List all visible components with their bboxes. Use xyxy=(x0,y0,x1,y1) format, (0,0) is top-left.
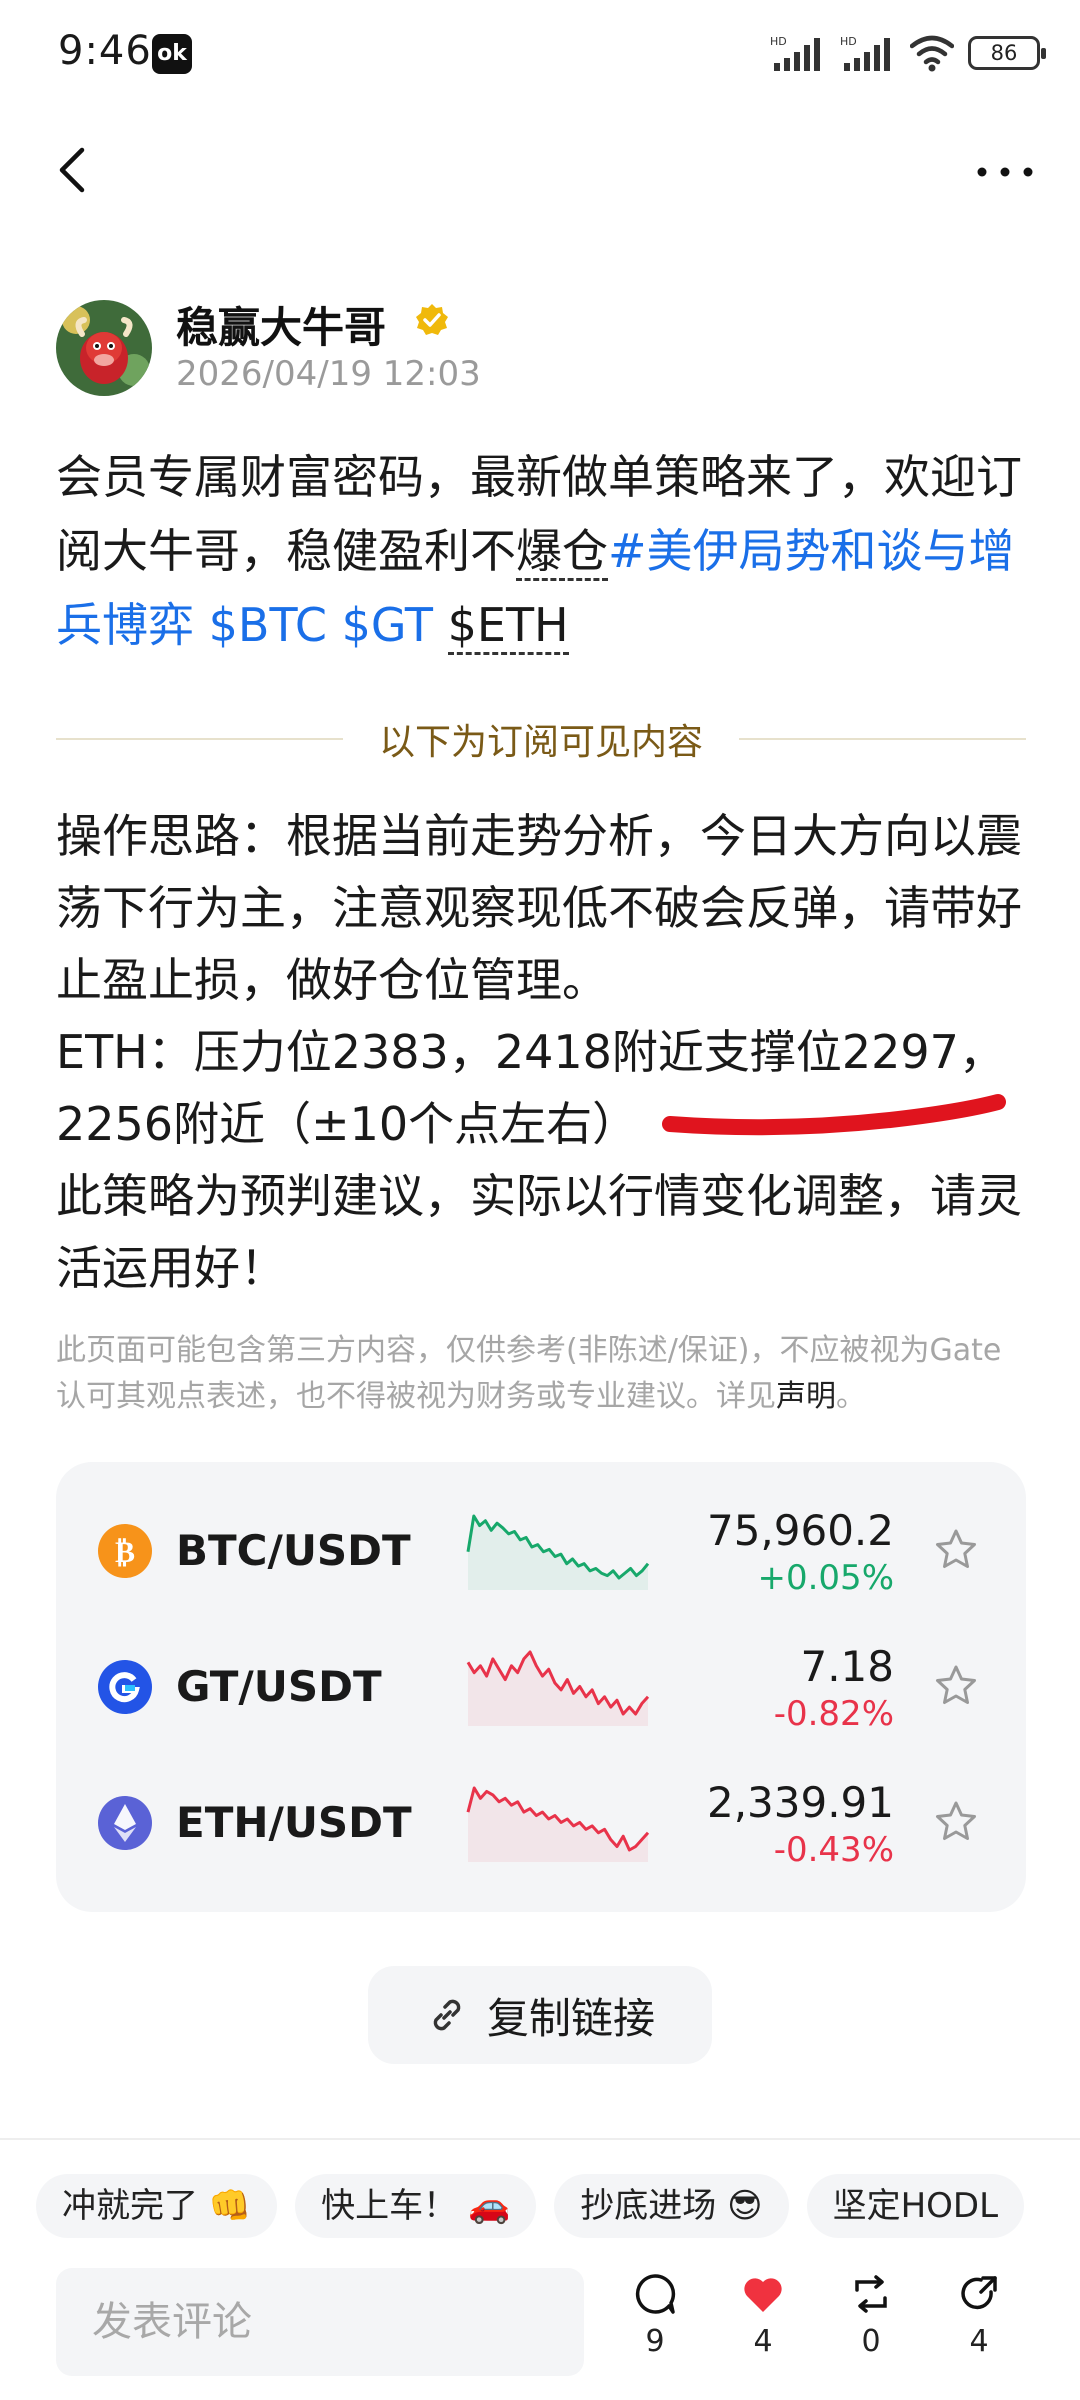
ethereum-icon xyxy=(98,1796,152,1850)
post-timestamp: 2026/04/19 12:03 xyxy=(176,354,481,394)
repost-icon xyxy=(855,2275,887,2313)
quick-reply-chip[interactable]: 坚定HODL xyxy=(806,2174,1025,2238)
quick-reply-chip[interactable]: 抄底进场 😎 xyxy=(554,2174,789,2238)
disclaimer: 此页面可能包含第三方内容，仅供参考(非陈述/保证)，不应被视为Gate认可其观点… xyxy=(56,1328,1016,1420)
share-count: 4 xyxy=(969,2324,989,2359)
subscriber-content-divider: 以下为订阅可见内容 xyxy=(56,716,1027,763)
disclaimer-statement-link[interactable]: 声明 xyxy=(776,1379,836,1414)
market-row-gt[interactable]: GT/USDT 7.18 -0.82% xyxy=(56,1626,1026,1746)
notification-app-icon: ok xyxy=(152,34,192,74)
more-options-icon[interactable] xyxy=(970,140,1040,200)
post-text-term[interactable]: 爆仓 xyxy=(516,524,608,581)
bitcoin-icon: ₿ xyxy=(98,1524,152,1578)
market-pair: ETH/USDT xyxy=(176,1798,412,1847)
author-name[interactable]: 稳赢大牛哥 xyxy=(176,294,386,355)
market-price: 75,960.2 xyxy=(706,1506,894,1555)
like-action[interactable]: 4 xyxy=(718,2270,808,2380)
verified-badge-icon xyxy=(416,304,448,335)
comment-count: 9 xyxy=(645,2324,665,2359)
post-body: 会员专属财富密码，最新做单策略来了，欢迎订阅大牛哥，稳健盈利不爆仓#美伊局势和谈… xyxy=(56,440,1026,662)
like-count: 4 xyxy=(753,2324,773,2359)
market-card: ₿ BTC/USDT 75,960.2 +0.05% GT/USDT 7.18 … xyxy=(56,1462,1026,1912)
quick-reply-chip[interactable]: 冲就完了 👊 xyxy=(36,2174,278,2238)
ticker-link-gt[interactable]: $GT xyxy=(342,598,433,652)
sparkline-chart xyxy=(466,1786,650,1862)
heart-icon xyxy=(744,2278,782,2312)
ticker-link-eth[interactable]: $ETH xyxy=(447,598,569,655)
ticker-link-btc[interactable]: $BTC xyxy=(209,598,327,652)
gt-icon xyxy=(98,1660,152,1714)
avatar[interactable] xyxy=(56,300,152,396)
market-change: -0.82% xyxy=(773,1694,894,1734)
favorite-star-icon[interactable] xyxy=(932,1798,980,1846)
subscriber-content-label: 以下为订阅可见内容 xyxy=(379,722,704,763)
strategy-approach: 操作思路：根据当前走势分析，今日大方向以震荡下行为主，注意观察现低不破会反弹，请… xyxy=(56,809,1022,1007)
status-bar: 9:46 ok HD HD 86 xyxy=(0,0,1080,110)
signal-icon: HD xyxy=(770,35,820,71)
quick-reply-chip[interactable]: 快上车！ 🚗 xyxy=(295,2174,537,2238)
sparkline-chart xyxy=(466,1650,650,1726)
status-indicators: HD HD 86 xyxy=(770,30,1046,76)
disclaimer-end: 。 xyxy=(836,1379,866,1414)
strategy-note: 此策略为预判建议，实际以行情变化调整，请灵活运用好！ xyxy=(56,1169,1022,1295)
link-icon xyxy=(433,1999,461,2031)
market-price: 7.18 xyxy=(800,1642,894,1691)
repost-count: 0 xyxy=(861,2324,881,2359)
market-row-btc[interactable]: ₿ BTC/USDT 75,960.2 +0.05% xyxy=(56,1490,1026,1610)
quick-reply-bar: 冲就完了 👊 快上车！ 🚗 抄底进场 😎 坚定HODL xyxy=(36,2174,1080,2242)
bottom-separator xyxy=(0,2138,1080,2140)
svg-text:₿: ₿ xyxy=(115,1535,135,1570)
status-time: 9:46 xyxy=(58,28,152,74)
market-change: -0.43% xyxy=(773,1830,894,1870)
comment-input[interactable]: 发表评论 xyxy=(56,2268,584,2376)
back-icon[interactable] xyxy=(48,138,98,202)
copy-link-label: 复制链接 xyxy=(486,1993,655,2043)
sparkline-chart xyxy=(466,1514,650,1590)
comment-icon xyxy=(635,2274,676,2314)
strategy-body: 操作思路：根据当前走势分析，今日大方向以震荡下行为主，注意观察现低不破会反弹，请… xyxy=(56,800,1046,1304)
battery-indicator: 86 xyxy=(968,36,1046,70)
repost-action[interactable]: 0 xyxy=(826,2270,916,2380)
divider-line xyxy=(739,738,1027,740)
favorite-star-icon[interactable] xyxy=(932,1526,980,1574)
share-action[interactable]: 4 xyxy=(934,2270,1024,2380)
market-pair: BTC/USDT xyxy=(176,1526,411,1575)
market-row-eth[interactable]: ETH/USDT 2,339.91 -0.43% xyxy=(56,1762,1026,1882)
svg-text:HD: HD xyxy=(770,35,787,48)
market-pair: GT/USDT xyxy=(176,1662,382,1711)
divider-line xyxy=(56,738,343,740)
comment-action[interactable]: 9 xyxy=(610,2270,700,2380)
wifi-icon xyxy=(910,35,954,72)
favorite-star-icon[interactable] xyxy=(932,1662,980,1710)
signal-icon-2: HD xyxy=(840,35,890,71)
copy-link-button[interactable]: 复制链接 xyxy=(368,1966,712,2064)
red-underline-annotation xyxy=(662,1094,1006,1136)
svg-text:HD: HD xyxy=(840,35,857,48)
share-icon xyxy=(961,2276,997,2310)
market-price: 2,339.91 xyxy=(706,1778,894,1827)
market-change: +0.05% xyxy=(757,1558,895,1598)
